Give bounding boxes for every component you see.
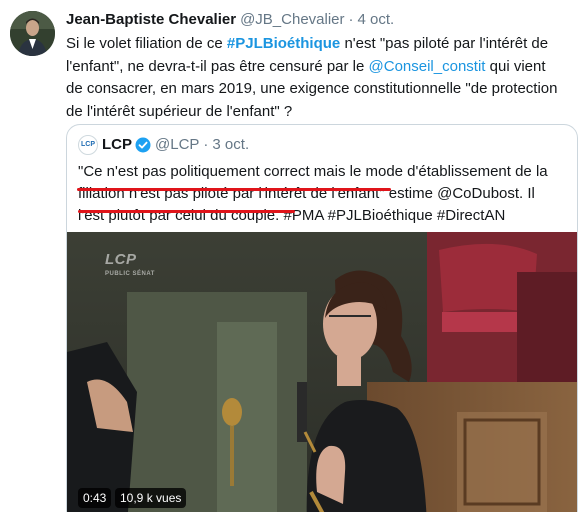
- red-underline-2: [78, 210, 295, 213]
- lcp-watermark: LCP PUBLIC SÉNAT: [105, 252, 155, 282]
- tweet-text-part1: Si le volet filiation de ce: [66, 35, 227, 52]
- verified-badge-icon: [135, 137, 151, 153]
- author-name[interactable]: Jean-Baptiste Chevalier: [66, 11, 236, 28]
- tweet-date[interactable]: 4 oct.: [358, 11, 395, 28]
- quoted-tweet-text: "Ce n'est pas politiquement correct mais…: [78, 161, 558, 227]
- tweet-text: Si le volet filiation de ce #PJLBioéthiq…: [66, 33, 566, 123]
- red-underline-1: [77, 188, 391, 191]
- quoted-text-part2: estime @CoDubost. Il: [384, 185, 535, 202]
- quoted-author-name[interactable]: LCP: [102, 136, 132, 153]
- quoted-text-part3: #PMA #PJLBioéthique #DirectAN: [279, 207, 506, 224]
- video-duration-badge: 0:43: [78, 488, 112, 508]
- quoted-tweet-date[interactable]: 3 oct.: [212, 136, 249, 153]
- author-handle[interactable]: @JB_Chevalier: [240, 11, 344, 28]
- quoted-author-handle[interactable]: @LCP: [155, 136, 199, 153]
- quoted-text-part1: "Ce n'est pas politiquement correct mais…: [78, 163, 548, 180]
- video-views-badge: 10,9 k vues: [115, 488, 187, 508]
- quoted-tweet-header: LCP LCP @LCP · 3 oct.: [78, 134, 249, 156]
- quoted-tweet[interactable]: LCP LCP @LCP · 3 oct. "Ce n'est pas politiq…: [66, 124, 578, 512]
- video-player[interactable]: LCP PUBLIC SÉNAT 0:43 10,9 k vues: [67, 232, 577, 512]
- tweet[interactable]: Jean-Baptiste Chevalier @JB_Chevalier · 4 o…: [0, 0, 580, 512]
- lcp-avatar-text: LCP: [81, 141, 95, 149]
- author-avatar[interactable]: [10, 11, 55, 56]
- hashtag-link[interactable]: #PJLBioéthique: [227, 35, 340, 52]
- lcp-watermark-sub: PUBLIC SÉNAT: [105, 271, 155, 277]
- quoted-header-separator: ·: [203, 136, 209, 154]
- lcp-watermark-text: LCP: [105, 251, 137, 268]
- lcp-avatar[interactable]: LCP: [78, 135, 98, 156]
- mention-link[interactable]: @Conseil_constit: [369, 58, 486, 75]
- tweet-header: Jean-Baptiste Chevalier @JB_Chevalier · 4 o…: [66, 10, 394, 30]
- header-separator: ·: [348, 11, 354, 28]
